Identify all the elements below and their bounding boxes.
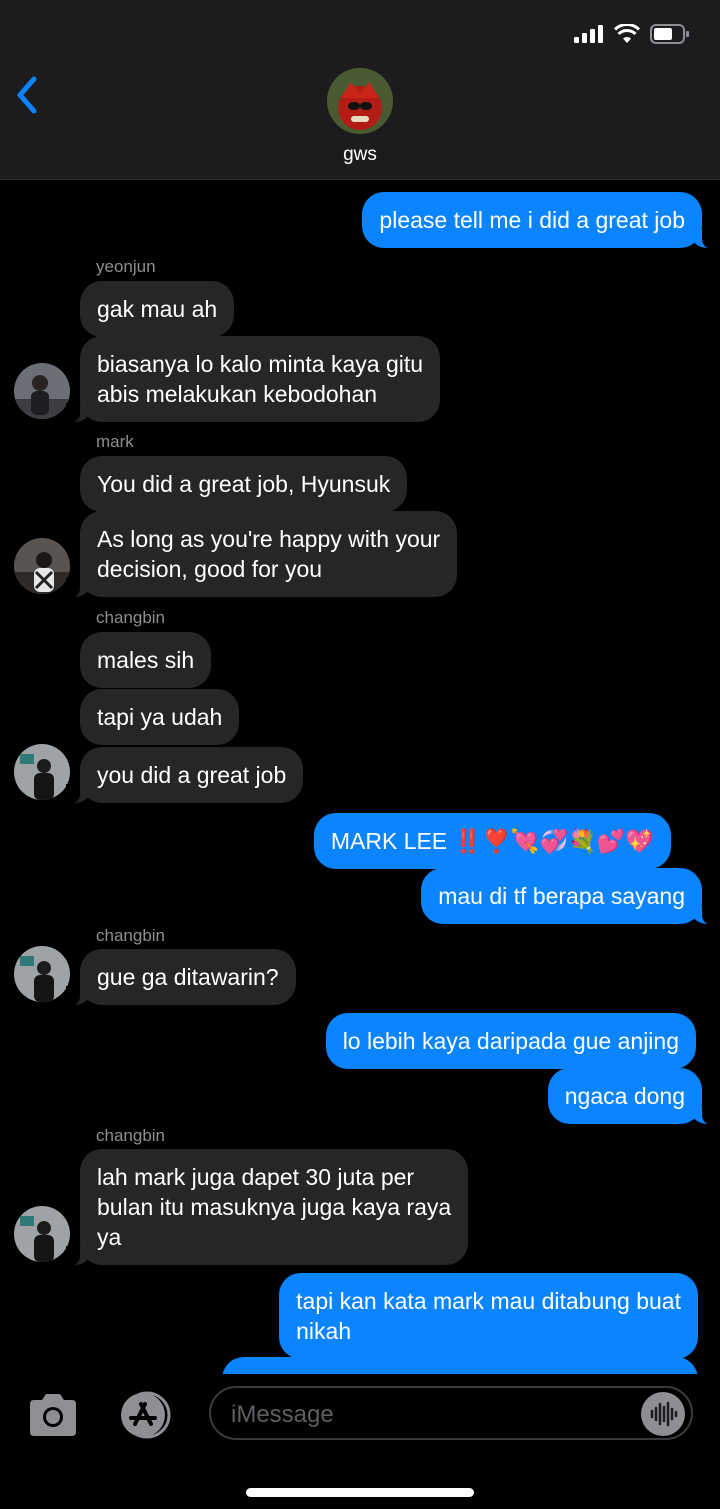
battery-icon <box>650 24 689 44</box>
wifi-icon <box>614 24 640 43</box>
camera-icon <box>30 1394 76 1436</box>
avatar-photo <box>14 363 70 419</box>
message-input-placeholder: iMessage <box>231 1401 334 1428</box>
group-avatar-image <box>327 68 393 134</box>
avatar-photo <box>14 946 70 1002</box>
message-bubble-sent-partial[interactable] <box>222 1357 698 1374</box>
conversation-title[interactable]: gws <box>0 144 720 166</box>
camera-button[interactable] <box>26 1392 80 1438</box>
message-input[interactable]: iMessage <box>209 1386 693 1440</box>
audio-message-button[interactable] <box>641 1392 685 1436</box>
message-bubble-received[interactable]: gak mau ah <box>80 281 235 337</box>
message-bubble-received[interactable]: lah mark juga dapet 30 juta per bulan it… <box>65 1149 469 1266</box>
avatar[interactable] <box>14 538 70 594</box>
sender-name: mark <box>96 432 134 451</box>
app-store-icon <box>121 1391 171 1439</box>
avatar[interactable] <box>14 1206 70 1262</box>
status-bar <box>0 0 720 60</box>
message-bubble-sent[interactable]: please tell me i did a great job <box>362 192 716 249</box>
message-list[interactable]: please tell me i did a great job yeonjun… <box>0 181 720 1374</box>
message-bubble-received[interactable]: As long as you're happy with your decisi… <box>65 511 458 598</box>
message-bubble-received[interactable]: You did a great job, Hyunsuk <box>80 456 408 512</box>
avatar[interactable] <box>14 946 70 1002</box>
message-bubble-sent[interactable]: MARK LEE ‼️❣️💘💞💐💕💖 <box>313 813 671 869</box>
chevron-left-icon <box>17 76 37 114</box>
sender-name: changbin <box>96 1126 166 1145</box>
message-bubble-received[interactable]: you did a great job <box>65 747 304 804</box>
back-button[interactable] <box>12 74 42 116</box>
avatar-photo <box>14 1206 70 1262</box>
avatar-photo <box>14 744 70 800</box>
message-bubble-sent[interactable]: ngaca dong <box>547 1068 717 1125</box>
signal-icon <box>574 25 603 43</box>
avatar[interactable] <box>14 363 70 419</box>
message-bubble-received[interactable]: tapi ya udah <box>80 689 240 745</box>
sender-name: changbin <box>96 608 166 627</box>
sender-name: yeonjun <box>96 257 156 276</box>
home-indicator[interactable] <box>246 1488 474 1497</box>
sender-name: changbin <box>96 926 166 945</box>
message-bubble-sent[interactable]: mau di tf berapa sayang <box>421 868 716 925</box>
message-bubble-received[interactable]: gue ga ditawarin? <box>66 949 296 1006</box>
status-icons <box>574 24 690 44</box>
audio-waveform-icon <box>650 1401 678 1427</box>
message-bubble-sent[interactable]: lo lebih kaya daripada gue anjing <box>325 1013 696 1069</box>
message-bubble-received[interactable]: biasanya lo kalo minta kaya gitu abis me… <box>65 336 441 423</box>
message-bubble-sent[interactable]: tapi kan kata mark mau ditabung buat nik… <box>279 1273 698 1359</box>
avatar-photo <box>14 538 70 594</box>
message-bubble-received[interactable]: males sih <box>80 632 212 688</box>
conversation-header: gws <box>0 60 720 180</box>
app-store-button[interactable] <box>114 1390 176 1440</box>
avatar[interactable] <box>14 744 70 800</box>
group-avatar[interactable] <box>327 68 393 134</box>
